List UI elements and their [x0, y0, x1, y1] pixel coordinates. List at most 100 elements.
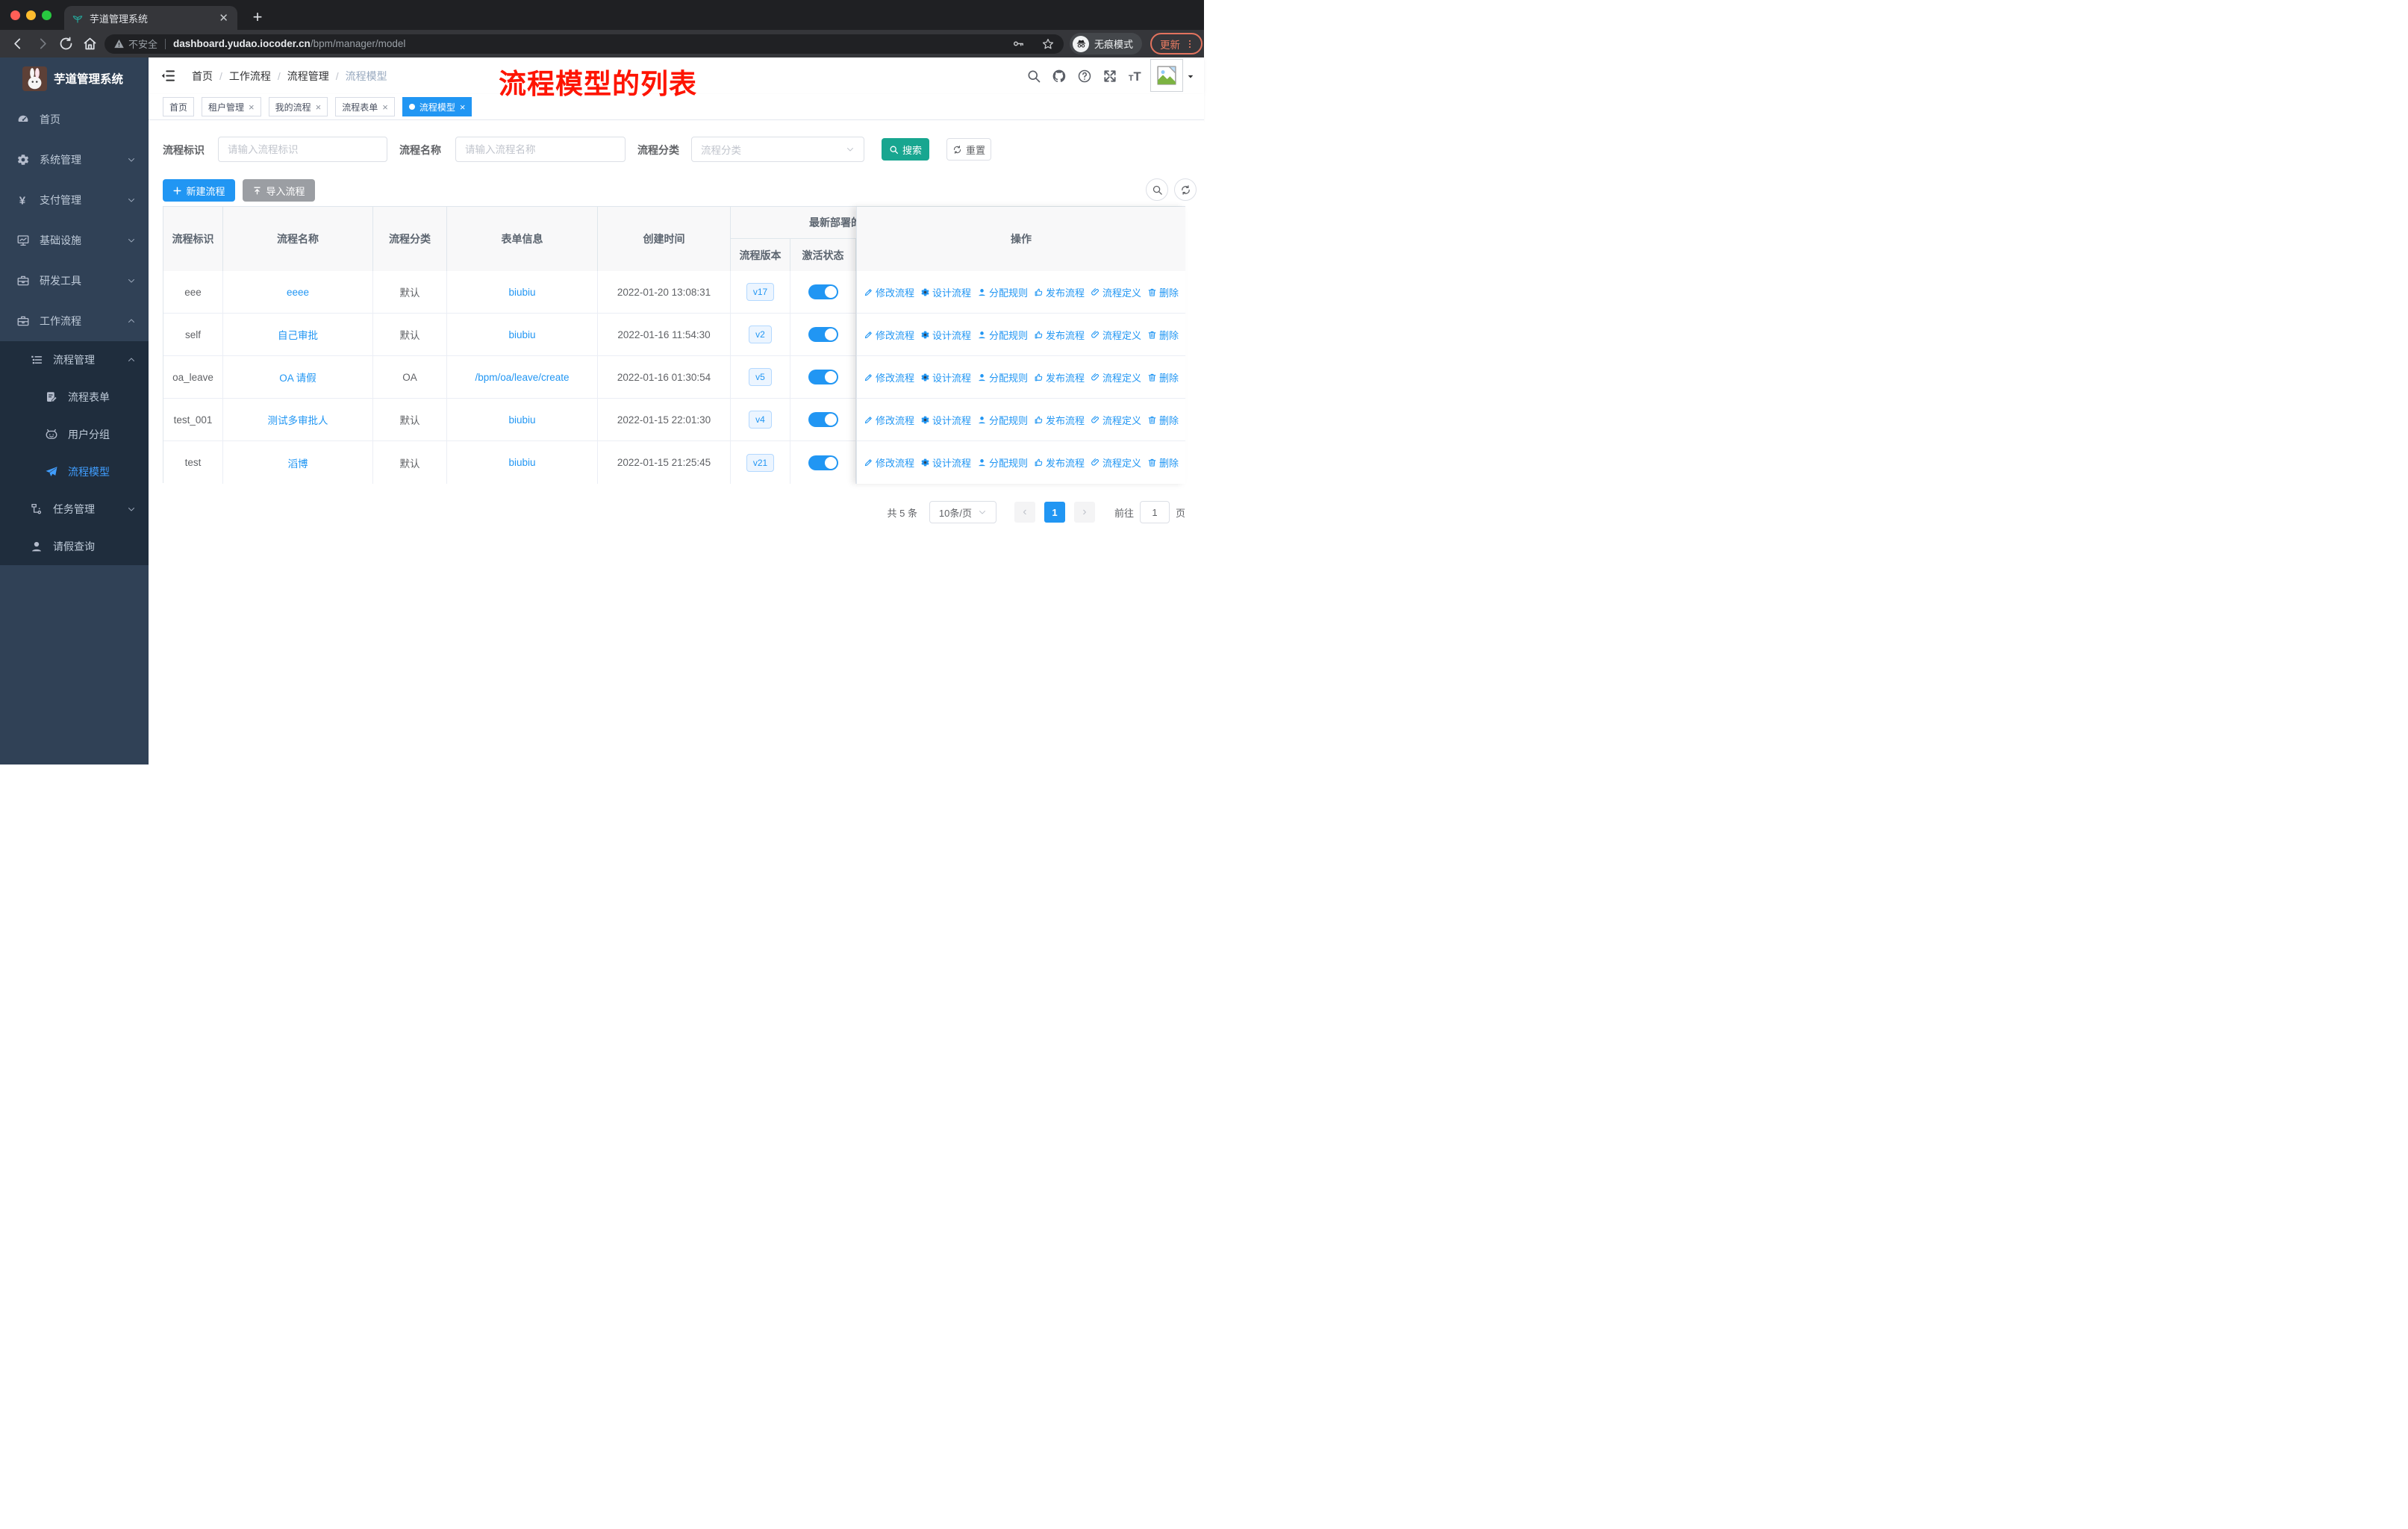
- action-modify[interactable]: 修改流程: [864, 370, 914, 384]
- back-icon[interactable]: [10, 36, 26, 52]
- process-name-link[interactable]: OA 请假: [279, 370, 316, 384]
- action-delete[interactable]: 删除: [1147, 328, 1179, 342]
- action-delete[interactable]: 删除: [1147, 370, 1179, 384]
- action-definition[interactable]: 流程定义: [1091, 455, 1141, 470]
- sidebar-item-home[interactable]: 首页: [0, 99, 149, 140]
- browser-menu-icon[interactable]: [1185, 38, 1195, 50]
- action-delete[interactable]: 删除: [1147, 455, 1179, 470]
- toggle-search-button[interactable]: [1146, 178, 1168, 201]
- process-name-link[interactable]: 自己审批: [278, 327, 318, 342]
- tag-流程表单[interactable]: 流程表单 ×: [335, 97, 395, 116]
- action-design[interactable]: 设计流程: [920, 328, 971, 342]
- form-info-link[interactable]: biubiu: [508, 457, 535, 468]
- goto-page-input[interactable]: [1139, 501, 1170, 523]
- header-search-icon[interactable]: [1026, 69, 1041, 84]
- create-process-button[interactable]: 新建流程: [163, 179, 235, 202]
- filter-name-input[interactable]: [455, 137, 626, 162]
- form-info-link[interactable]: biubiu: [508, 329, 535, 340]
- active-toggle[interactable]: [808, 412, 838, 427]
- update-button[interactable]: 更新: [1150, 33, 1203, 55]
- action-delete[interactable]: 删除: [1147, 413, 1179, 427]
- active-toggle[interactable]: [808, 327, 838, 342]
- reload-icon[interactable]: [58, 36, 74, 52]
- action-design[interactable]: 设计流程: [920, 455, 971, 470]
- filter-category-select[interactable]: 流程分类: [691, 137, 864, 162]
- filter-key-input[interactable]: [218, 137, 387, 162]
- form-info-link[interactable]: biubiu: [508, 287, 535, 298]
- question-icon[interactable]: [1077, 69, 1092, 84]
- sidebar-item-workflow[interactable]: 工作流程: [0, 301, 149, 341]
- next-page-button[interactable]: ›: [1073, 502, 1095, 523]
- action-publish[interactable]: 发布流程: [1034, 328, 1085, 342]
- form-info-link[interactable]: /bpm/oa/leave/create: [475, 372, 569, 383]
- tag-close-icon[interactable]: ×: [249, 102, 255, 113]
- active-toggle[interactable]: [808, 455, 838, 470]
- traffic-light-close[interactable]: [10, 10, 20, 20]
- action-design[interactable]: 设计流程: [920, 285, 971, 299]
- breadcrumb-item[interactable]: 首页: [192, 69, 213, 84]
- tag-close-icon[interactable]: ×: [460, 102, 466, 113]
- fontsize-icon[interactable]: TT: [1128, 69, 1143, 84]
- action-modify[interactable]: 修改流程: [864, 455, 914, 470]
- github-icon[interactable]: [1052, 69, 1067, 84]
- sidebar-item-payment[interactable]: ¥ 支付管理: [0, 180, 149, 220]
- action-assign[interactable]: 分配规则: [977, 285, 1028, 299]
- traffic-light-minimize[interactable]: [26, 10, 36, 20]
- new-tab-button[interactable]: +: [246, 6, 269, 28]
- action-assign[interactable]: 分配规则: [977, 455, 1028, 470]
- breadcrumb-item[interactable]: 流程管理: [287, 69, 329, 84]
- sidebar-item-process-form[interactable]: 流程表单: [0, 379, 149, 416]
- sidebar-collapse-icon[interactable]: [160, 68, 176, 84]
- bookmark-star-icon[interactable]: [1041, 37, 1055, 51]
- sidebar-item-system[interactable]: 系统管理: [0, 140, 149, 180]
- sidebar-item-devtools[interactable]: 研发工具: [0, 261, 149, 301]
- tag-我的流程[interactable]: 我的流程 ×: [268, 97, 328, 116]
- process-name-link[interactable]: eeee: [287, 287, 309, 298]
- action-publish[interactable]: 发布流程: [1034, 455, 1085, 470]
- action-definition[interactable]: 流程定义: [1091, 370, 1141, 384]
- process-name-link[interactable]: 测试多审批人: [268, 412, 328, 427]
- action-modify[interactable]: 修改流程: [864, 285, 914, 299]
- action-delete[interactable]: 删除: [1147, 285, 1179, 299]
- key-icon[interactable]: [1012, 37, 1025, 50]
- action-design[interactable]: 设计流程: [920, 413, 971, 427]
- security-warning-icon[interactable]: [113, 38, 125, 49]
- traffic-light-zoom[interactable]: [42, 10, 52, 20]
- import-process-button[interactable]: 导入流程: [243, 179, 315, 202]
- forward-icon[interactable]: [34, 36, 50, 52]
- reset-button[interactable]: 重置: [946, 138, 991, 161]
- tag-close-icon[interactable]: ×: [382, 102, 388, 113]
- tag-首页[interactable]: 首页: [163, 97, 195, 116]
- action-publish[interactable]: 发布流程: [1034, 370, 1085, 384]
- action-definition[interactable]: 流程定义: [1091, 413, 1141, 427]
- browser-tab[interactable]: 芋道管理系统 ✕: [64, 6, 237, 30]
- sidebar-item-process-mgmt[interactable]: 流程管理: [0, 341, 149, 379]
- action-modify[interactable]: 修改流程: [864, 328, 914, 342]
- sidebar-item-user-group[interactable]: 用户分组: [0, 416, 149, 453]
- action-definition[interactable]: 流程定义: [1091, 328, 1141, 342]
- action-definition[interactable]: 流程定义: [1091, 285, 1141, 299]
- avatar-caret-icon[interactable]: [1186, 73, 1195, 81]
- sidebar-logo[interactable]: 芋道管理系统: [0, 57, 149, 99]
- sidebar-item-infra[interactable]: 基础设施: [0, 220, 149, 261]
- avatar[interactable]: [1150, 59, 1183, 92]
- search-button[interactable]: 搜索: [882, 138, 929, 161]
- action-publish[interactable]: 发布流程: [1034, 413, 1085, 427]
- prev-page-button[interactable]: ‹: [1014, 502, 1035, 523]
- tag-close-icon[interactable]: ×: [316, 102, 322, 113]
- fullscreen-icon[interactable]: [1102, 69, 1117, 84]
- tag-流程模型[interactable]: 流程模型 ×: [402, 97, 472, 116]
- sidebar-item-leave-query[interactable]: 请假查询: [0, 528, 149, 565]
- process-name-link[interactable]: 滔博: [288, 455, 308, 470]
- current-page-button[interactable]: 1: [1044, 502, 1065, 523]
- refresh-table-button[interactable]: [1174, 178, 1197, 201]
- action-publish[interactable]: 发布流程: [1034, 285, 1085, 299]
- action-assign[interactable]: 分配规则: [977, 328, 1028, 342]
- action-modify[interactable]: 修改流程: [864, 413, 914, 427]
- action-design[interactable]: 设计流程: [920, 370, 971, 384]
- url-bar[interactable]: 不安全 dashboard.yudao.iocoder.cn /bpm/mana…: [105, 34, 1064, 54]
- page-size-select[interactable]: 10条/页: [929, 501, 996, 523]
- action-assign[interactable]: 分配规则: [977, 370, 1028, 384]
- active-toggle[interactable]: [808, 370, 838, 384]
- tab-close-icon[interactable]: ✕: [217, 11, 230, 25]
